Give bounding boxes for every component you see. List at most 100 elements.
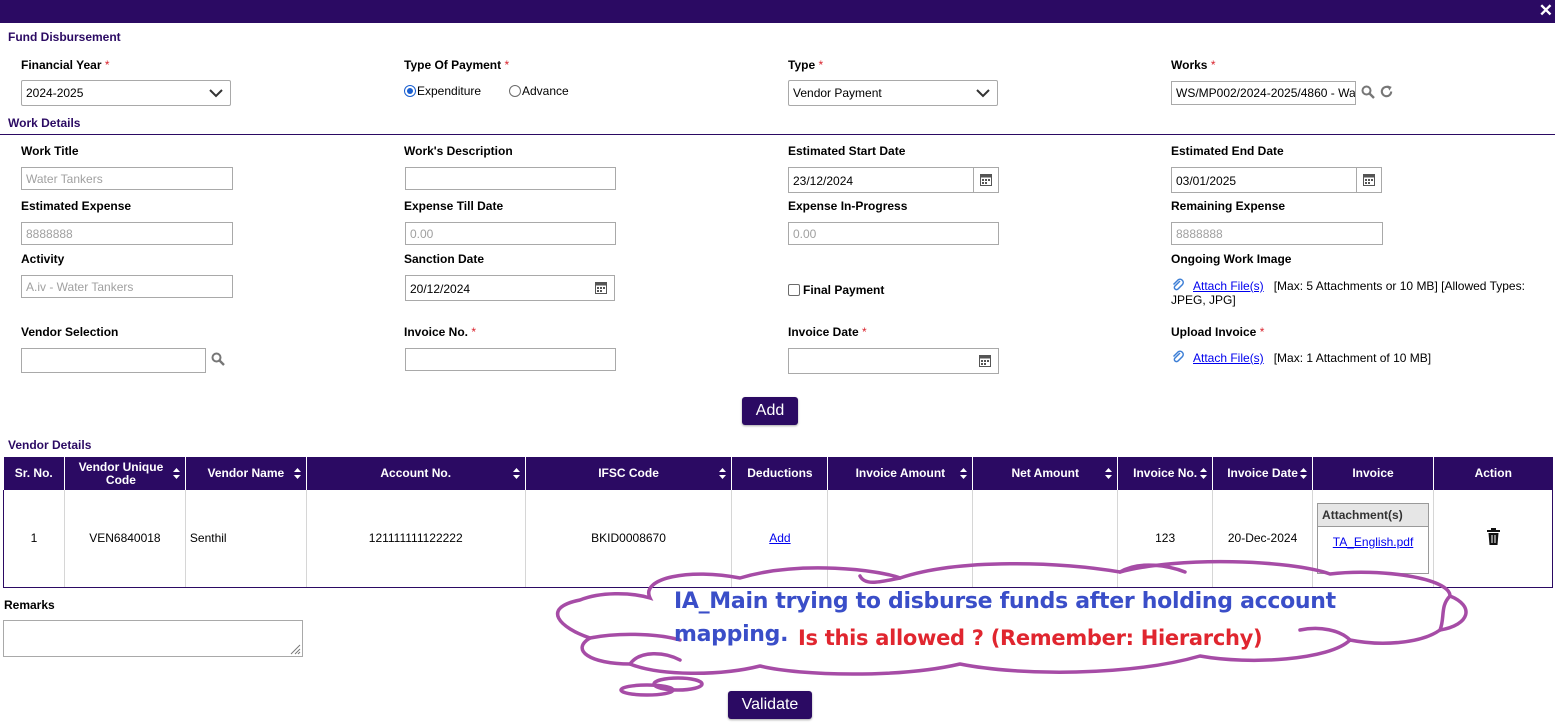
radio-dot-selected[interactable] bbox=[404, 85, 416, 97]
calendar-icon bbox=[979, 355, 991, 367]
vendor-details-table: Sr. No. Vendor Unique Code Vendor Name A… bbox=[3, 457, 1553, 588]
sort-icon[interactable] bbox=[1105, 468, 1113, 479]
upload-invoice-attach: Attach File(s) [Max: 1 Attachment of 10 … bbox=[1171, 350, 1551, 365]
calendar-icon bbox=[980, 174, 992, 186]
checkbox-box[interactable] bbox=[788, 284, 800, 296]
payment-type-label: Type Of Payment * bbox=[404, 58, 510, 72]
sort-icon[interactable] bbox=[1300, 468, 1308, 479]
invoice-date-input[interactable] bbox=[788, 348, 999, 374]
close-icon[interactable]: ✕ bbox=[1539, 2, 1553, 19]
ongoing-work-image-attach: Attach File(s) [Max: 5 Attachments or 10… bbox=[1171, 278, 1551, 307]
cell-invoice-no: 123 bbox=[1117, 490, 1214, 588]
col-net-amount[interactable]: Net Amount bbox=[972, 457, 1119, 490]
final-payment-label: Final Payment bbox=[803, 283, 885, 297]
activity-input[interactable]: A.iv - Water Tankers bbox=[21, 275, 233, 298]
attach-note: [Max: 1 Attachment of 10 MB] bbox=[1273, 351, 1432, 365]
calendar-button[interactable] bbox=[589, 276, 614, 300]
search-icon[interactable] bbox=[211, 352, 225, 366]
sort-icon[interactable] bbox=[960, 468, 968, 479]
sort-icon[interactable] bbox=[1200, 468, 1208, 479]
cell-invoice: Attachment(s) TA_English.pdf bbox=[1312, 490, 1435, 588]
col-invoice: Invoice bbox=[1312, 457, 1435, 490]
validate-button[interactable]: Validate bbox=[728, 691, 812, 719]
sort-icon[interactable] bbox=[172, 468, 180, 479]
estimated-expense-input[interactable]: 8888888 bbox=[21, 222, 233, 245]
sort-icon[interactable] bbox=[293, 468, 301, 479]
financial-year-select[interactable]: 2024-2025 bbox=[21, 80, 231, 106]
financial-year-label: Financial Year * bbox=[21, 58, 110, 72]
add-deductions-link[interactable]: Add bbox=[769, 531, 790, 545]
refresh-icon[interactable] bbox=[1379, 84, 1394, 99]
work-description-input[interactable] bbox=[405, 167, 616, 190]
radio-dot[interactable] bbox=[509, 85, 521, 97]
vendor-selection-label: Vendor Selection bbox=[21, 325, 119, 339]
col-invoice-amount[interactable]: Invoice Amount bbox=[827, 457, 974, 490]
calendar-button[interactable] bbox=[973, 349, 998, 373]
sort-icon[interactable] bbox=[512, 468, 520, 479]
annotation-text-line2: mapping. bbox=[674, 622, 789, 647]
col-invoice-date[interactable]: Invoice Date bbox=[1212, 457, 1314, 490]
trash-icon[interactable] bbox=[1486, 528, 1500, 546]
final-payment-checkbox[interactable]: Final Payment bbox=[788, 283, 884, 297]
table-header-row: Sr. No. Vendor Unique Code Vendor Name A… bbox=[3, 457, 1553, 490]
table-row: 1 VEN6840018 Senthil 121111111122222 BKI… bbox=[3, 490, 1553, 588]
chevron-down-icon bbox=[976, 89, 990, 98]
sanction-date-input[interactable]: 20/12/2024 bbox=[405, 275, 615, 301]
col-ifsc-code[interactable]: IFSC Code bbox=[525, 457, 733, 490]
calendar-button[interactable] bbox=[973, 168, 998, 192]
col-invoice-no[interactable]: Invoice No. bbox=[1117, 457, 1214, 490]
attach-files-link[interactable]: Attach File(s) bbox=[1193, 351, 1264, 365]
section-title-work-details: Work Details bbox=[8, 116, 81, 130]
calendar-icon bbox=[1363, 174, 1375, 186]
radio-expenditure[interactable]: Expenditure bbox=[404, 84, 481, 98]
cell-action bbox=[1433, 490, 1553, 588]
cell-vendor-code: VEN6840018 bbox=[64, 490, 186, 588]
paperclip-icon bbox=[1172, 278, 1184, 291]
search-icon[interactable] bbox=[1361, 85, 1375, 99]
financial-year-value: 2024-2025 bbox=[26, 86, 84, 100]
activity-label: Activity bbox=[21, 252, 65, 266]
radio-advance[interactable]: Advance bbox=[509, 84, 569, 98]
cell-deductions: Add bbox=[731, 490, 829, 588]
section-title-vendor-details: Vendor Details bbox=[8, 438, 92, 452]
work-title-input[interactable]: Water Tankers bbox=[21, 167, 233, 190]
type-value: Vendor Payment bbox=[793, 86, 882, 100]
add-button[interactable]: Add bbox=[742, 397, 798, 425]
remaining-expense-label: Remaining Expense bbox=[1171, 199, 1286, 213]
remarks-textarea[interactable] bbox=[3, 620, 303, 657]
invoice-date-label: Invoice Date * bbox=[788, 325, 867, 339]
annotation-text-line1: IA_Main trying to disburse funds after h… bbox=[674, 589, 1336, 614]
col-vendor-name[interactable]: Vendor Name bbox=[185, 457, 307, 490]
estimated-end-date-label: Estimated End Date bbox=[1171, 144, 1284, 158]
type-select[interactable]: Vendor Payment bbox=[788, 80, 998, 106]
expense-till-date-input[interactable]: 0.00 bbox=[405, 222, 616, 245]
modal-header-bar: ✕ bbox=[0, 0, 1555, 23]
vendor-selection-input[interactable] bbox=[21, 348, 206, 373]
invoice-no-input[interactable] bbox=[405, 348, 616, 371]
calendar-button[interactable] bbox=[1356, 168, 1381, 192]
cell-invoice-date: 20-Dec-2024 bbox=[1212, 490, 1314, 588]
attach-note-types: JPEG, JPG] bbox=[1171, 293, 1236, 307]
expense-till-date-label: Expense Till Date bbox=[404, 199, 504, 213]
attachment-file-link[interactable]: TA_English.pdf bbox=[1333, 535, 1414, 549]
sort-icon[interactable] bbox=[719, 468, 727, 479]
remaining-expense-input[interactable]: 8888888 bbox=[1171, 222, 1383, 245]
works-input[interactable]: WS/MP002/2024-2025/4860 - Wa bbox=[1171, 81, 1356, 105]
radio-advance-label: Advance bbox=[522, 84, 569, 98]
attachments-header: Attachment(s) bbox=[1318, 503, 1429, 527]
estimated-start-date-input[interactable]: 23/12/2024 bbox=[788, 167, 999, 193]
invoice-no-label: Invoice No. * bbox=[404, 325, 477, 339]
cell-ifsc-code: BKID0008670 bbox=[525, 490, 733, 588]
attach-files-link[interactable]: Attach File(s) bbox=[1193, 279, 1264, 293]
col-deductions: Deductions bbox=[731, 457, 829, 490]
type-label: Type * bbox=[788, 58, 824, 72]
estimated-end-date-input[interactable]: 03/01/2025 bbox=[1171, 167, 1382, 193]
attachments-box: Attachment(s) TA_English.pdf bbox=[1317, 502, 1430, 574]
expense-in-progress-label: Expense In-Progress bbox=[788, 199, 908, 213]
expense-in-progress-input[interactable]: 0.00 bbox=[788, 222, 999, 245]
col-account-no[interactable]: Account No. bbox=[306, 457, 526, 490]
section-divider bbox=[0, 134, 1555, 135]
resize-handle-icon[interactable] bbox=[289, 643, 301, 655]
col-vendor-unique-code[interactable]: Vendor Unique Code bbox=[64, 457, 186, 490]
col-sr-no: Sr. No. bbox=[3, 457, 65, 490]
